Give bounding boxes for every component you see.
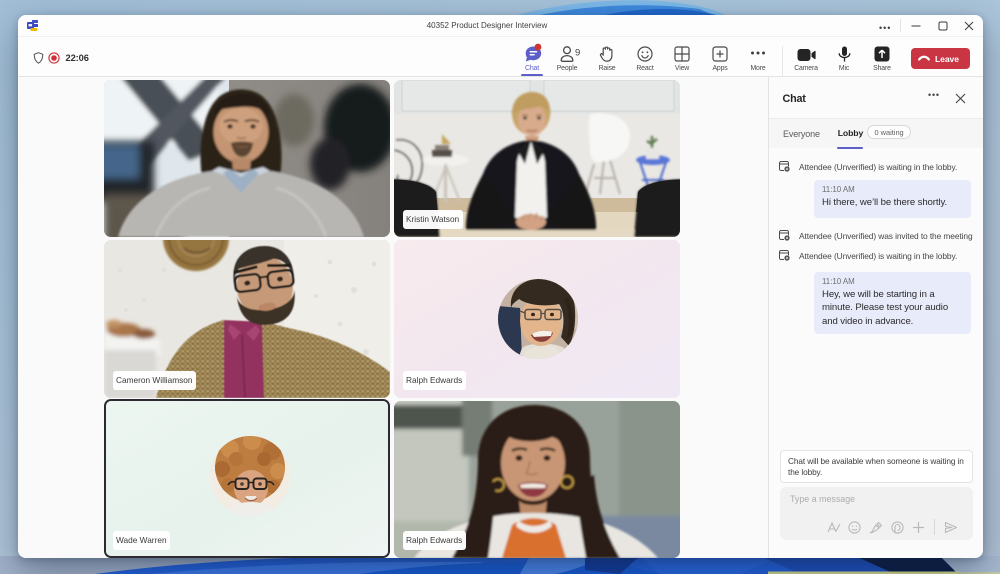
svg-text:9: 9 [575, 48, 580, 59]
